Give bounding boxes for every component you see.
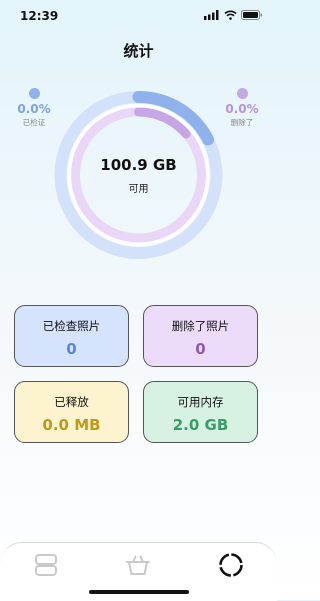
verified-percent: 0.0% (17, 102, 51, 116)
home-indicator (89, 590, 189, 594)
tab-basket[interactable] (120, 549, 156, 581)
free-storage-label: 可用 (128, 184, 149, 195)
gallery-icon (35, 554, 57, 576)
card-title: 已释放 (54, 395, 89, 409)
verified-dot-icon (28, 88, 40, 99)
deleted-label: 删除了 (230, 118, 254, 127)
card-value: 0 (66, 340, 77, 358)
deleted-percent: 0.0% (225, 102, 259, 116)
basket-icon (126, 555, 150, 575)
card-freed-space[interactable]: 已释放 0.0 MB (14, 381, 129, 443)
wifi-icon (224, 10, 237, 20)
page-title: 统计 (123, 42, 154, 60)
inner-ring-bg (67, 104, 210, 246)
status-icons (204, 10, 263, 20)
card-title: 删除了照片 (171, 319, 230, 333)
tab-stats[interactable] (213, 549, 249, 581)
legend-deleted: 0.0% 删除了 (217, 88, 267, 128)
status-time: 12:39 (20, 9, 59, 23)
card-available-memory[interactable]: 可用内存 2.0 GB (143, 381, 258, 443)
card-title: 可用内存 (177, 395, 224, 409)
card-deleted-photos[interactable]: 删除了照片 0 (143, 305, 258, 367)
free-storage-value: 100.9 GB (100, 156, 177, 174)
card-value: 0 (195, 340, 206, 358)
card-checked-photos[interactable]: 已检查照片 0 (14, 305, 129, 367)
signal-icon (204, 10, 219, 20)
battery-icon (241, 10, 262, 20)
card-title: 已检查照片 (42, 319, 101, 333)
card-value: 0.0 MB (42, 416, 101, 434)
status-bar: 12:39 (0, 0, 277, 32)
stats-ring-icon (219, 553, 243, 577)
tab-gallery[interactable] (28, 549, 64, 581)
legend-verified: 0.0% 已检证 (9, 88, 59, 128)
verified-label: 已检证 (22, 118, 46, 127)
deleted-dot-icon (236, 88, 248, 99)
card-value: 2.0 GB (172, 416, 229, 434)
